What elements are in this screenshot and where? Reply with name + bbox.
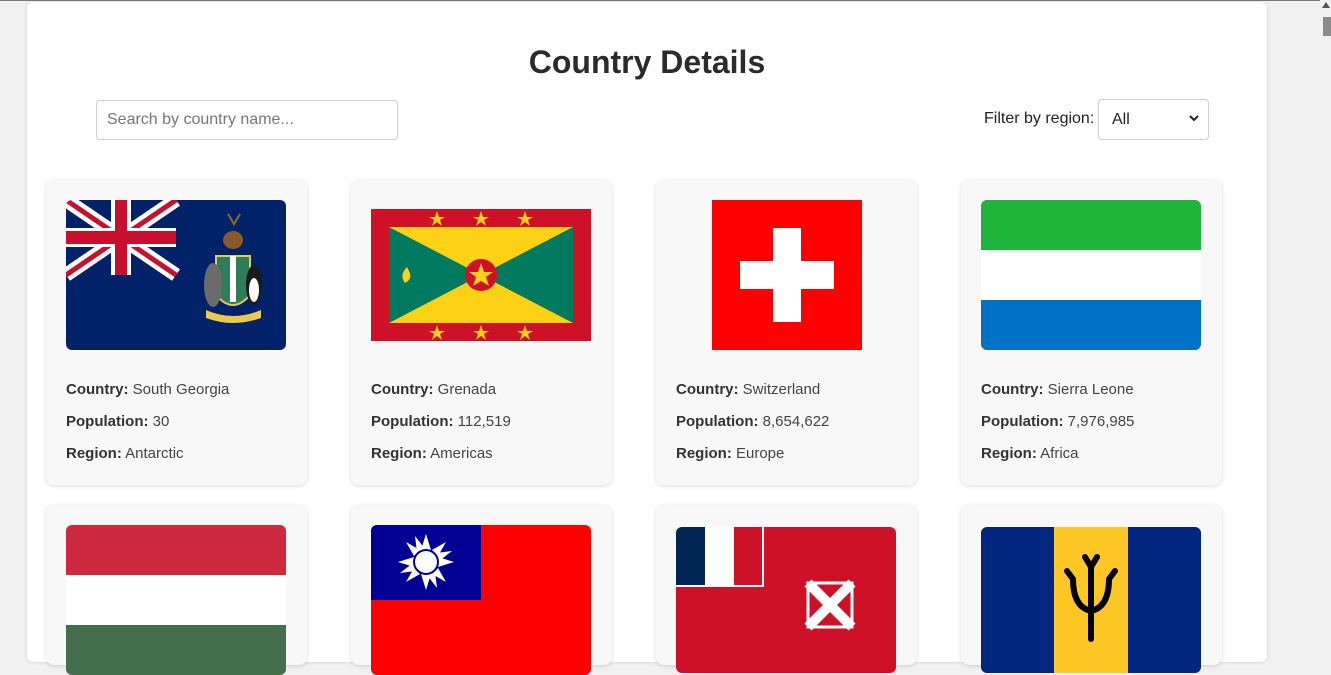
region-label: Region: (981, 445, 1037, 462)
population-line: Population: 8,654,622 (676, 413, 829, 430)
country-name-line: Country: Sierra Leone (981, 381, 1134, 398)
population-value: 30 (152, 413, 170, 430)
country-card[interactable]: Country: South Georgia Population: 30 Re… (46, 180, 307, 485)
region-value: Africa (1040, 445, 1079, 462)
country-label: Country: (676, 381, 739, 398)
region-label: Region: (371, 445, 427, 462)
region-filter-value: All (1112, 111, 1130, 128)
country-card[interactable] (656, 505, 917, 673)
population-label: Population: (981, 413, 1064, 430)
population-line: Population: 112,519 (371, 413, 511, 430)
region-line: Region: Americas (371, 445, 493, 462)
search-input[interactable] (96, 100, 398, 140)
country-label: Country: (371, 381, 434, 398)
population-line: Population: 30 (66, 413, 169, 430)
region-label: Region: (676, 445, 732, 462)
country-card[interactable] (961, 505, 1222, 673)
region-label: Region: (66, 445, 122, 462)
population-line: Population: 7,976,985 (981, 413, 1134, 430)
scrollbar-thumb[interactable] (1323, 17, 1331, 36)
switzerland-flag (712, 200, 862, 350)
region-line: Region: Africa (981, 445, 1079, 462)
region-value: Europe (736, 445, 785, 462)
country-card[interactable]: Country: Grenada Population: 112,519 Reg… (351, 180, 612, 485)
country-card[interactable] (46, 505, 307, 675)
main-panel: Country Details Filter by region: All (27, 2, 1267, 675)
country-name-line: Country: South Georgia (66, 381, 229, 398)
barbados-flag (981, 527, 1201, 673)
sierra-leone-flag (981, 200, 1201, 350)
grenada-flag (371, 209, 591, 341)
country-card[interactable] (351, 505, 612, 675)
country-name-line: Country: Switzerland (676, 381, 820, 398)
population-value: 8,654,622 (762, 413, 830, 430)
hungary-flag (66, 525, 286, 675)
window-top-border (0, 0, 1320, 1)
region-value: Antarctic (125, 445, 184, 462)
region-line: Region: Antarctic (66, 445, 184, 462)
population-value: 112,519 (457, 413, 511, 430)
taiwan-flag (371, 525, 591, 675)
population-label: Population: (371, 413, 454, 430)
population-label: Population: (676, 413, 759, 430)
scroll-up-arrow-icon[interactable] (1322, 2, 1330, 8)
south-georgia-flag (66, 200, 286, 350)
chevron-down-icon (1189, 115, 1199, 122)
wallis-futuna-flag (676, 527, 896, 673)
region-line: Region: Europe (676, 445, 784, 462)
page-title: Country Details (528, 44, 766, 80)
population-value: 7,976,985 (1067, 413, 1135, 430)
country-label: Country: (66, 381, 129, 398)
country-name: Sierra Leone (1047, 381, 1134, 398)
country-label: Country: (981, 381, 1044, 398)
country-name: Grenada (437, 381, 497, 398)
country-name-line: Country: Grenada (371, 381, 496, 398)
country-card[interactable]: Country: Sierra Leone Population: 7,976,… (961, 180, 1222, 485)
region-value: Americas (430, 445, 493, 462)
country-name: Switzerland (742, 381, 821, 398)
region-filter-select[interactable]: All (1098, 99, 1209, 140)
population-label: Population: (66, 413, 149, 430)
filter-label: Filter by region: (984, 110, 1095, 127)
country-card[interactable]: Country: Switzerland Population: 8,654,6… (656, 180, 917, 485)
country-name: South Georgia (132, 381, 230, 398)
